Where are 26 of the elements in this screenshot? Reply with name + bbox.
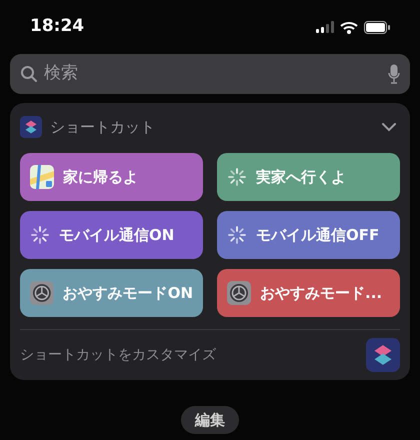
shortcuts-app-icon: [366, 338, 400, 372]
search-icon: [20, 65, 38, 83]
shortcuts-app-icon: [20, 116, 42, 138]
edit-button[interactable]: 編集: [181, 406, 239, 434]
search-field[interactable]: 検索: [10, 54, 410, 94]
shortcut-button[interactable]: おやすみモード...: [217, 269, 400, 317]
spinner-icon: [227, 225, 247, 245]
battery-icon: [364, 20, 390, 34]
gear-icon: [227, 281, 251, 305]
shortcut-button[interactable]: モバイル通信OFF: [217, 211, 400, 259]
shortcut-button[interactable]: おやすみモードON: [20, 269, 203, 317]
signal-icon: [316, 21, 334, 33]
shortcut-button[interactable]: モバイル通信ON: [20, 211, 203, 259]
spinner-icon: [227, 167, 247, 187]
search-input[interactable]: 検索: [44, 61, 382, 87]
spinner-icon: [30, 225, 50, 245]
shortcut-button[interactable]: 実家へ行くよ: [217, 153, 400, 201]
chevron-down-icon[interactable]: [382, 122, 396, 132]
status-time: 18:24: [30, 15, 84, 38]
microphone-icon[interactable]: [388, 64, 400, 84]
gear-icon: [30, 281, 54, 305]
map-icon: [30, 165, 54, 189]
customize-link[interactable]: ショートカットをカスタマイズ: [20, 344, 216, 366]
shortcut-button[interactable]: 家に帰るよ: [20, 153, 203, 201]
wifi-icon: [340, 20, 358, 34]
widget-title: ショートカット: [50, 116, 156, 138]
